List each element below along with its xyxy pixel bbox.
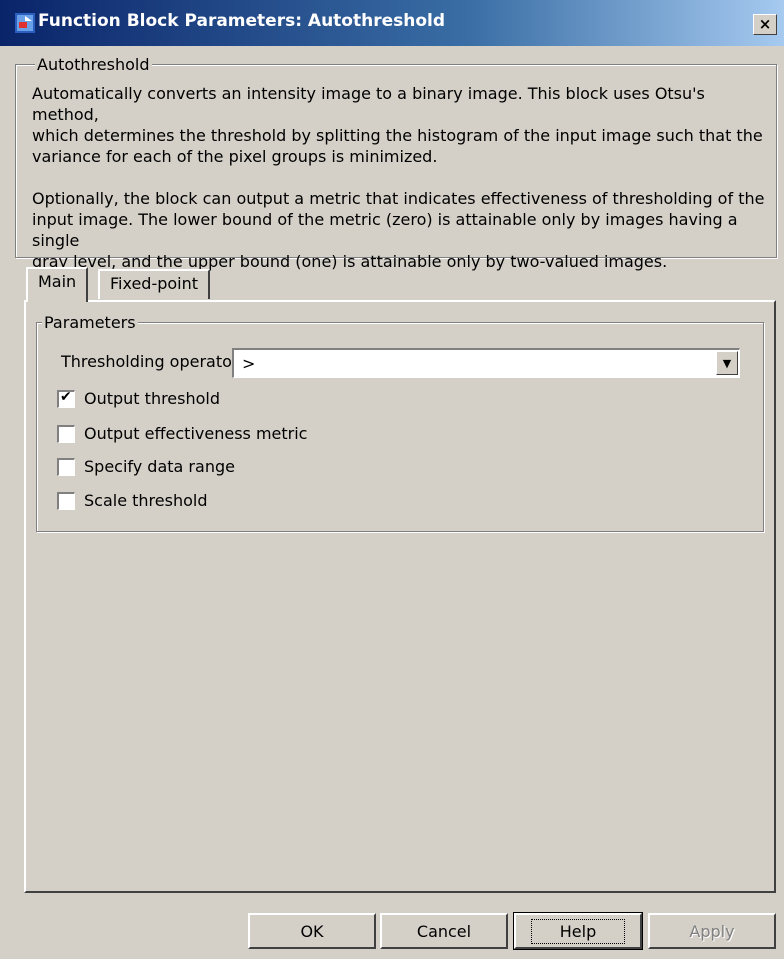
tab-main-label: Main	[38, 272, 77, 291]
scale-threshold-checkbox-row[interactable]: Scale threshold	[57, 491, 207, 510]
window-title: Function Block Parameters: Autothreshold	[38, 11, 446, 31]
specify-data-range-checkbox[interactable]	[57, 457, 75, 476]
description-group: Autothreshold Automatically converts an …	[15, 55, 777, 271]
description-text-line: input image. The lower bound of the metr…	[32, 210, 738, 250]
thresholding-operator-value: >	[242, 354, 256, 373]
help-button[interactable]: Help	[513, 912, 643, 950]
close-icon: ×	[758, 15, 772, 33]
output-threshold-checkbox-row[interactable]: Output threshold	[57, 389, 220, 408]
specify-data-range-label: Specify data range	[84, 457, 235, 476]
help-button-label: Help	[530, 918, 626, 944]
output-effectiveness-metric-checkbox-row[interactable]: Output effectiveness metric	[57, 424, 307, 443]
title-bar[interactable]: Function Block Parameters: Autothreshold…	[0, 0, 784, 46]
scale-threshold-label: Scale threshold	[84, 491, 208, 510]
close-button[interactable]: ×	[753, 14, 777, 35]
output-effectiveness-metric-checkbox[interactable]	[57, 424, 75, 443]
thresholding-operator-select[interactable]: > ▼	[232, 348, 740, 378]
output-threshold-label: Output threshold	[84, 389, 221, 408]
simulink-block-icon	[15, 13, 35, 33]
output-effectiveness-metric-label: Output effectiveness metric	[84, 424, 308, 443]
ok-button[interactable]: OK	[248, 913, 376, 949]
chevron-down-icon[interactable]: ▼	[716, 351, 738, 375]
tab-main[interactable]: Main	[26, 267, 89, 302]
output-threshold-checkbox[interactable]	[57, 389, 75, 408]
tab-fixed-point[interactable]: Fixed-point	[98, 269, 211, 299]
description-text-line: Automatically converts an intensity imag…	[32, 84, 705, 124]
description-text-line: Optionally, the block can output a metri…	[32, 189, 765, 208]
parameters-group-label: Parameters	[42, 313, 138, 332]
apply-button-label: Apply	[689, 921, 735, 941]
cancel-button-label: Cancel	[416, 921, 472, 941]
description-text-line: variance for each of the pixel groups is…	[32, 147, 438, 166]
ok-button-label: OK	[300, 921, 324, 941]
scale-threshold-checkbox[interactable]	[57, 491, 75, 510]
description-group-label: Autothreshold	[35, 55, 152, 74]
apply-button[interactable]: Apply	[648, 913, 776, 949]
thresholding-operator-label: Thresholding operator:	[61, 352, 244, 371]
cancel-button[interactable]: Cancel	[380, 913, 508, 949]
tab-fixed-point-label: Fixed-point	[110, 274, 199, 293]
description-text-line: which determines the threshold by splitt…	[32, 126, 763, 145]
specify-data-range-checkbox-row[interactable]: Specify data range	[57, 457, 235, 476]
